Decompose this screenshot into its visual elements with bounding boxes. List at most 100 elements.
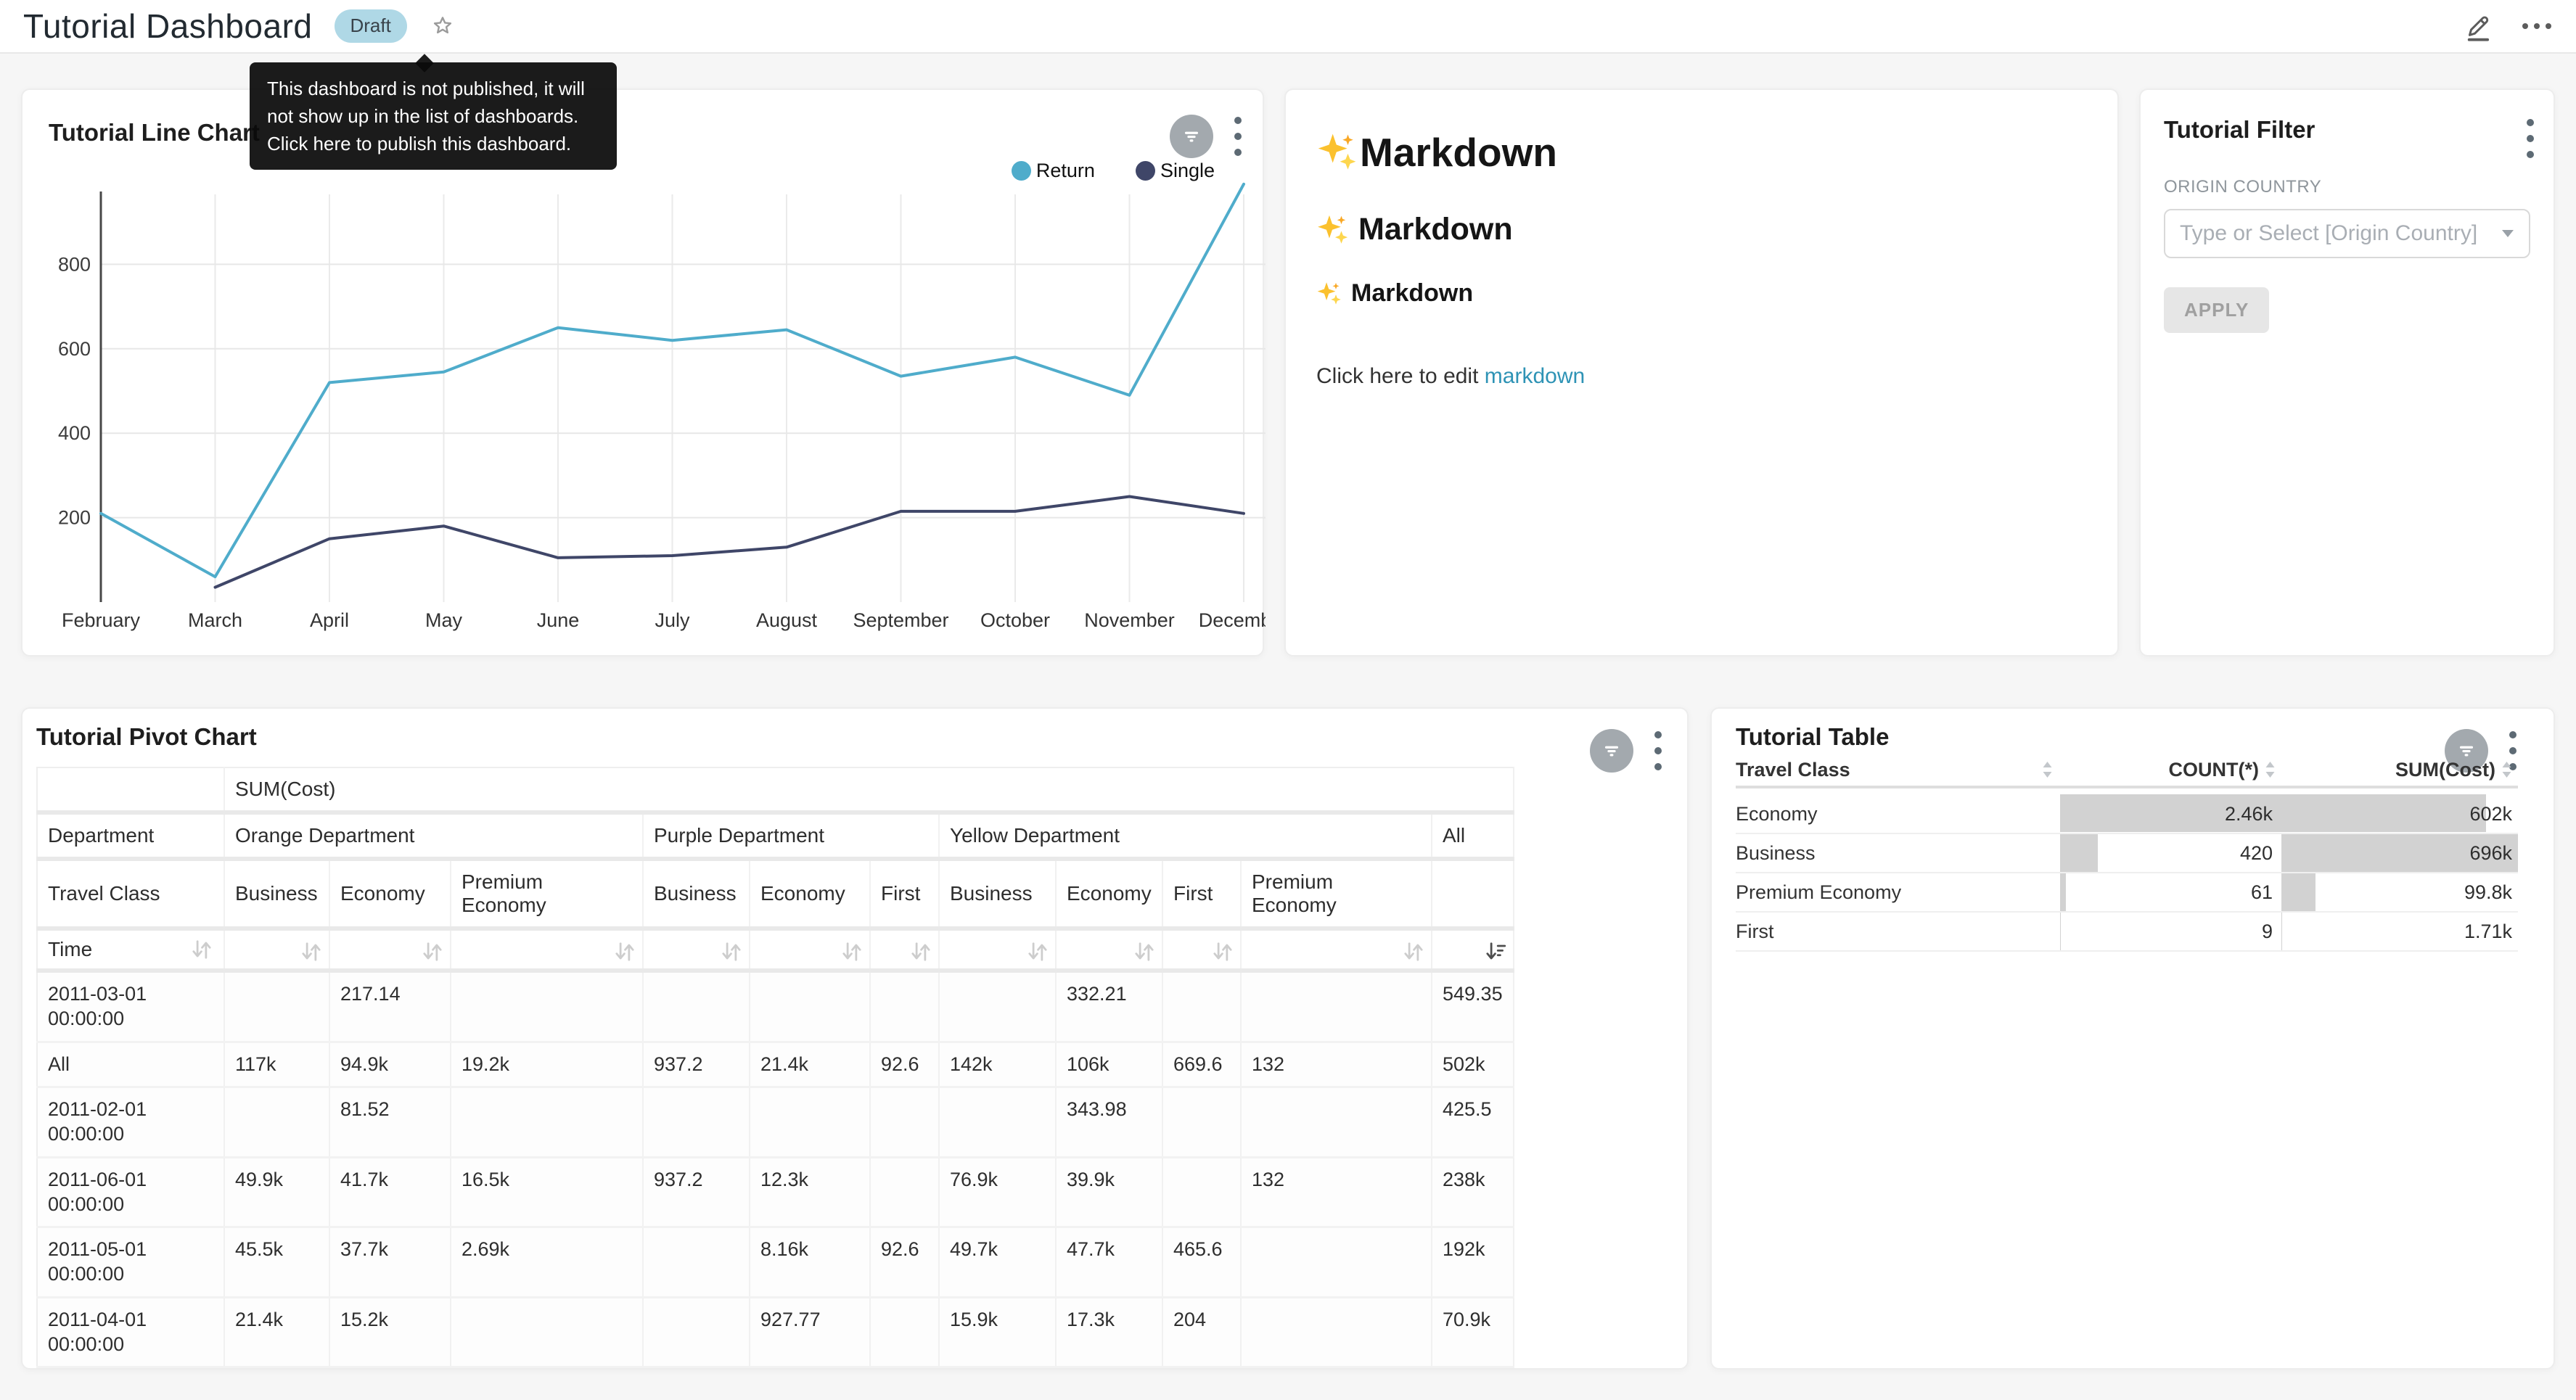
chart-filter-icon[interactable] [1170, 115, 1213, 158]
pivot-cell: 343.98 [1056, 1087, 1162, 1158]
svg-text:November: November [1084, 609, 1175, 631]
pivot-table-container: SUM(Cost)DepartmentOrange DepartmentPurp… [36, 767, 1514, 1368]
pivot-cell [1241, 1297, 1432, 1367]
table-row: Business 420 696k [1736, 833, 2518, 873]
pivot-cell: 2.69k [451, 1227, 643, 1298]
pivot-sort-cell[interactable] [870, 928, 939, 971]
page-title: Tutorial Dashboard [23, 7, 313, 46]
draft-badge[interactable]: Draft [335, 9, 407, 43]
pivot-cell: 15.9k [939, 1297, 1056, 1367]
legend-item-return[interactable]: Return [1012, 160, 1095, 182]
svg-text:July: July [655, 609, 690, 631]
pivot-sort-cell[interactable] [643, 928, 750, 971]
column-header-count[interactable]: COUNT(*) [2060, 754, 2281, 787]
pivot-row: 2011-04-01 00:00:0021.4k15.2k927.7715.9k… [37, 1297, 1514, 1367]
pivot-cell: 117k [224, 1042, 329, 1087]
favorite-star-icon[interactable] [430, 14, 455, 38]
pivot-cell: 76.9k [939, 1157, 1056, 1227]
pivot-cell [224, 971, 329, 1042]
pivot-class-header: Business [643, 859, 750, 928]
pivot-sort-cell[interactable] [329, 928, 451, 971]
pivot-cell: 132 [1241, 1157, 1432, 1227]
pivot-cell: 8.16k [750, 1227, 870, 1298]
sort-arrows-icon[interactable] [1026, 940, 1049, 963]
sum-cost-cell: 99.8k [2281, 873, 2518, 912]
svg-text:February: February [62, 609, 141, 631]
pivot-sort-cell[interactable] [1162, 928, 1241, 971]
sum-cost-cell: 696k [2281, 833, 2518, 873]
markdown-link[interactable]: markdown [1485, 364, 1585, 388]
count-cell: 2.46k [2060, 794, 2281, 833]
pivot-cell: 70.9k [1432, 1297, 1514, 1367]
pivot-sort-cell[interactable] [1056, 928, 1162, 971]
legend-label-single: Single [1160, 160, 1215, 182]
sort-arrows-icon[interactable] [909, 940, 932, 963]
pivot-cell: 47.7k [1056, 1227, 1162, 1298]
sort-arrows-icon[interactable] [613, 940, 636, 963]
pivot-cell [870, 1157, 939, 1227]
sort-arrows-icon[interactable] [300, 940, 323, 963]
chart-menu-icon[interactable] [1234, 115, 1242, 157]
pivot-sort-cell[interactable] [939, 928, 1056, 971]
legend-item-single[interactable]: Single [1136, 160, 1215, 182]
pivot-cell [750, 971, 870, 1042]
pivot-sort-cell[interactable] [224, 928, 329, 971]
pivot-class-header: Economy [1056, 859, 1162, 928]
sort-arrows-icon[interactable] [190, 938, 213, 961]
sort-arrows-icon[interactable] [840, 940, 864, 963]
pivot-cell: 937.2 [643, 1157, 750, 1227]
pivot-cell [1241, 1227, 1432, 1298]
line-chart-plot: 200400600800FebruaryMarchAprilMayJuneJul… [22, 181, 1266, 641]
chart-legend: Return Single [1012, 160, 1215, 182]
sort-arrows-icon[interactable] [720, 940, 743, 963]
sort-arrows-icon[interactable] [421, 940, 444, 963]
pivot-cell [1241, 971, 1432, 1042]
pivot-cell: 21.4k [224, 1297, 329, 1367]
pivot-sort-cell[interactable] [1241, 928, 1432, 971]
pivot-cell [643, 1087, 750, 1158]
pivot-sort-cell-all[interactable] [1432, 928, 1514, 971]
chart-filter-icon[interactable] [1590, 729, 1633, 773]
filter-panel-title: Tutorial Filter [2164, 116, 2315, 143]
sort-arrows-icon[interactable] [1133, 940, 1156, 963]
pivot-time-header[interactable]: Time [37, 928, 224, 971]
origin-country-select[interactable]: Type or Select [Origin Country] [2164, 209, 2530, 258]
sort-desc-icon[interactable] [1484, 940, 1507, 963]
pivot-sort-cell[interactable] [750, 928, 870, 971]
column-header-label: Travel Class [1736, 759, 1850, 781]
pivot-cell: 92.6 [870, 1042, 939, 1087]
pivot-row-header: 2011-03-01 00:00:00 [37, 971, 224, 1042]
pivot-group-header: Yellow Department [939, 812, 1432, 859]
pivot-cell: 16.5k [451, 1157, 643, 1227]
pivot-dim-department: Department [37, 812, 224, 859]
sorter-icon[interactable] [2042, 761, 2053, 778]
count-cell: 420 [2060, 833, 2281, 873]
pencil-icon [2463, 10, 2495, 42]
more-actions-button[interactable] [2521, 22, 2553, 30]
sort-arrows-icon[interactable] [1211, 940, 1234, 963]
pivot-cell [451, 971, 643, 1042]
pivot-cell [1162, 971, 1241, 1042]
markdown-paragraph: Click here to edit markdown [1316, 364, 2087, 389]
sort-arrows-icon[interactable] [1402, 940, 1425, 963]
column-header-sum-cost[interactable]: SUM(Cost) [2281, 754, 2518, 787]
pivot-cell: 502k [1432, 1042, 1514, 1087]
pivot-sort-cell[interactable] [451, 928, 643, 971]
chart-menu-icon[interactable] [1654, 730, 1662, 772]
column-header-label: SUM(Cost) [2395, 759, 2495, 781]
markdown-h3: Markdown [1316, 279, 2087, 308]
line-chart-title: Tutorial Line Chart [49, 119, 260, 147]
pivot-row-header: All [37, 1042, 224, 1087]
svg-text:200: 200 [58, 507, 91, 529]
edit-dashboard-button[interactable] [2463, 10, 2495, 42]
pivot-cell: 45.5k [224, 1227, 329, 1298]
chevron-down-icon [2501, 229, 2514, 238]
sorter-icon[interactable] [2265, 761, 2276, 778]
apply-button[interactable]: APPLY [2164, 287, 2269, 333]
markdown-panel[interactable]: Markdown Markdown Markdown Click here to… [1284, 88, 2119, 656]
sorter-icon[interactable] [2501, 761, 2512, 778]
svg-text:800: 800 [58, 253, 91, 275]
pivot-corner-cell [37, 767, 224, 812]
column-header-travel-class[interactable]: Travel Class [1736, 754, 2060, 787]
pivot-cell: 204 [1162, 1297, 1241, 1367]
